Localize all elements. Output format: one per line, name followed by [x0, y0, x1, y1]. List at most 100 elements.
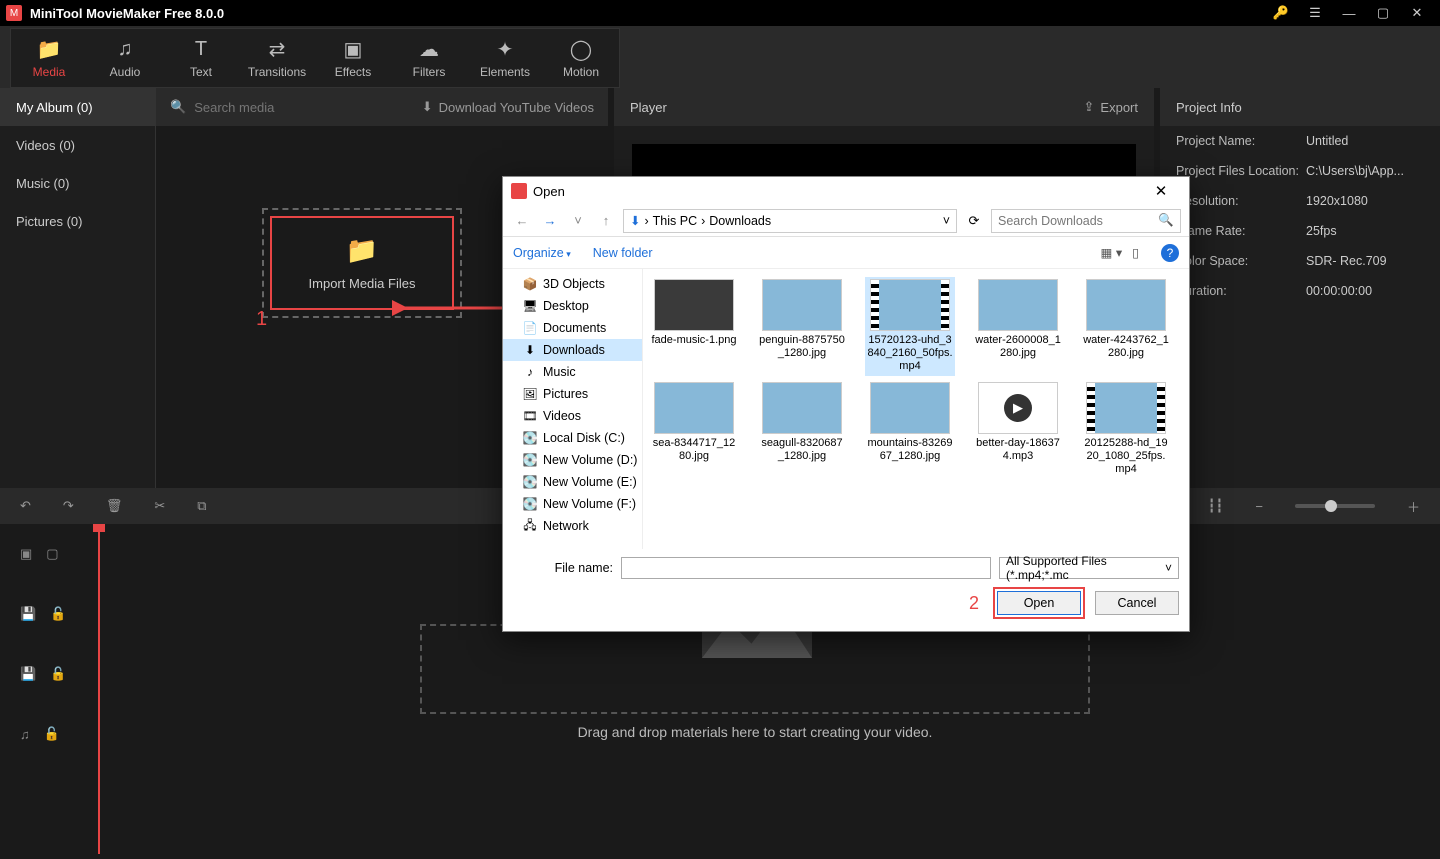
cancel-button[interactable]: Cancel — [1095, 591, 1179, 615]
tab-filters[interactable]: ☁Filters — [391, 29, 467, 87]
tab-label: Filters — [413, 65, 446, 79]
folder-icon: 📁 — [346, 235, 378, 266]
crumb-thispc[interactable]: This PC — [653, 214, 697, 228]
file-item[interactable]: 15720123-uhd_3840_2160_50fps.mp4 — [865, 277, 955, 376]
refresh-button[interactable]: ⟳ — [963, 213, 985, 229]
file-item[interactable]: penguin-8875750_1280.jpg — [757, 277, 847, 376]
tree-node[interactable]: 🖥Desktop — [503, 295, 642, 317]
ruler-icon[interactable]: ┇┇ — [1208, 498, 1224, 514]
sidebar-item[interactable]: Pictures (0) — [0, 202, 155, 240]
export-label: Export — [1100, 100, 1138, 115]
tab-elements[interactable]: ✦Elements — [467, 29, 543, 87]
open-button[interactable]: Open — [997, 591, 1081, 615]
dialog-search-input[interactable]: Search Downloads 🔍 — [991, 209, 1181, 233]
file-item[interactable]: seagull-8320687_1280.jpg — [757, 380, 847, 479]
breadcrumb-bar[interactable]: ⬇ › This PC › Downloads ˅ — [623, 209, 957, 233]
tree-node-label: Downloads — [543, 343, 605, 357]
motion-icon: ◯ — [570, 37, 592, 61]
track-header-save1[interactable]: 💾🔓 — [0, 584, 90, 644]
tree-node[interactable]: ♪Music — [503, 361, 642, 383]
minimize-button[interactable]: — — [1332, 0, 1366, 26]
tab-effects[interactable]: ▣Effects — [315, 29, 391, 87]
zoom-in-button[interactable]: ＋ — [1407, 497, 1420, 516]
track-header-save2[interactable]: 💾🔓 — [0, 644, 90, 704]
lock-icon: 🔓 — [44, 726, 60, 742]
folder-icon: 💽 — [523, 475, 537, 489]
sidebar-item[interactable]: Videos (0) — [0, 126, 155, 164]
tree-node[interactable]: ⬇Downloads — [503, 339, 642, 361]
transitions-icon: ⇄ — [269, 37, 286, 61]
tab-transitions[interactable]: ⇄Transitions — [239, 29, 315, 87]
file-item[interactable]: mountains-8326967_1280.jpg — [865, 380, 955, 479]
tab-text[interactable]: TText — [163, 29, 239, 87]
annotation-number-1: 1 — [256, 308, 267, 331]
file-thumbnail — [654, 382, 734, 434]
menu-icon[interactable]: ☰ — [1298, 0, 1332, 26]
maximize-button[interactable]: ▢ — [1366, 0, 1400, 26]
view-mode-button[interactable]: ▦ ▾ — [1101, 245, 1123, 260]
organize-menu[interactable]: Organize — [513, 246, 571, 260]
tree-node-label: Videos — [543, 409, 581, 423]
tree-node[interactable]: 🎞Videos — [503, 405, 642, 427]
playhead[interactable] — [98, 524, 100, 854]
crumb-downloads[interactable]: Downloads — [709, 214, 771, 228]
undo-button[interactable]: ↶ — [20, 498, 31, 514]
preview-pane-button[interactable]: ▯ — [1132, 245, 1139, 260]
file-name: water-4243762_1280.jpg — [1083, 334, 1169, 360]
nav-recent-button[interactable]: ˅ — [567, 210, 589, 232]
redo-button[interactable]: ↷ — [63, 498, 74, 514]
file-name: 15720123-uhd_3840_2160_50fps.mp4 — [867, 334, 953, 374]
track-header-clip[interactable]: ▣▢ — [0, 524, 90, 584]
tree-node[interactable]: 💽New Volume (E:) — [503, 471, 642, 493]
help-button[interactable]: ? — [1161, 244, 1179, 262]
export-icon: ⇪ — [1084, 99, 1095, 115]
tree-node[interactable]: 💽New Volume (F:) — [503, 493, 642, 515]
tab-media[interactable]: 📁Media — [11, 29, 87, 87]
tab-motion[interactable]: ◯Motion — [543, 29, 619, 87]
track-header-audio[interactable]: ♫🔓 — [0, 704, 90, 764]
file-item[interactable]: fade-music-1.png — [649, 277, 739, 376]
file-name: penguin-8875750_1280.jpg — [759, 334, 845, 360]
tree-node[interactable]: 💽Local Disk (C:) — [503, 427, 642, 449]
delete-button[interactable]: 🗑 — [106, 498, 123, 514]
key-icon[interactable]: 🔑 — [1264, 0, 1298, 26]
file-item[interactable]: water-2600008_1280.jpg — [973, 277, 1063, 376]
tree-node[interactable]: 💽New Volume (D:) — [503, 449, 642, 471]
tree-node[interactable]: 🖼Pictures — [503, 383, 642, 405]
close-button[interactable]: ✕ — [1400, 0, 1434, 26]
sidebar-item[interactable]: Music (0) — [0, 164, 155, 202]
export-button[interactable]: ⇪ Export — [1084, 99, 1138, 115]
chevron-down-icon: ˅ — [1165, 561, 1172, 575]
nav-back-button[interactable]: ← — [511, 210, 533, 232]
project-info-row: Color Space:SDR- Rec.709 — [1160, 246, 1440, 276]
tree-node[interactable]: 📦3D Objects — [503, 273, 642, 295]
tab-audio[interactable]: ♫Audio — [87, 29, 163, 87]
nav-up-button[interactable]: ↑ — [595, 210, 617, 232]
zoom-out-button[interactable]: − — [1255, 499, 1263, 514]
cut-button[interactable]: ✂ — [154, 498, 165, 514]
crumb-dropdown-icon[interactable]: ˅ — [943, 214, 950, 228]
download-youtube-button[interactable]: ⬇ Download YouTube Videos — [422, 99, 594, 115]
file-item[interactable]: 20125288-hd_1920_1080_25fps.mp4 — [1081, 380, 1171, 479]
file-type-select[interactable]: All Supported Files (*.mp4;*.mc ˅ — [999, 557, 1179, 579]
import-media-dropzone[interactable]: 📁 Import Media Files — [262, 208, 462, 318]
file-name-input[interactable] — [621, 557, 991, 579]
dialog-close-button[interactable]: ✕ — [1141, 182, 1181, 200]
file-item[interactable]: sea-8344717_1280.jpg — [649, 380, 739, 479]
tree-node[interactable]: 🖧Network — [503, 515, 642, 537]
tree-node[interactable]: 📄Documents — [503, 317, 642, 339]
search-input[interactable] — [194, 100, 422, 115]
dialog-nav: ← → ˅ ↑ ⬇ › This PC › Downloads ˅ ⟳ Sear… — [503, 205, 1189, 237]
file-item[interactable]: ▶better-day-186374.mp3 — [973, 380, 1063, 479]
sidebar-item[interactable]: My Album (0) — [0, 88, 155, 126]
folder-icon: 🖼 — [523, 387, 537, 401]
dialog-titlebar: Open ✕ — [503, 177, 1189, 205]
crop-button[interactable]: ⧉ — [197, 498, 206, 514]
zoom-slider[interactable] — [1295, 504, 1375, 508]
new-folder-button[interactable]: New folder — [593, 246, 653, 260]
file-item[interactable]: water-4243762_1280.jpg — [1081, 277, 1171, 376]
nav-forward-button[interactable]: → — [539, 210, 561, 232]
music-icon: ♫ — [20, 727, 30, 742]
timeline-dropzone[interactable] — [420, 624, 1090, 714]
text-icon: T — [195, 37, 207, 61]
